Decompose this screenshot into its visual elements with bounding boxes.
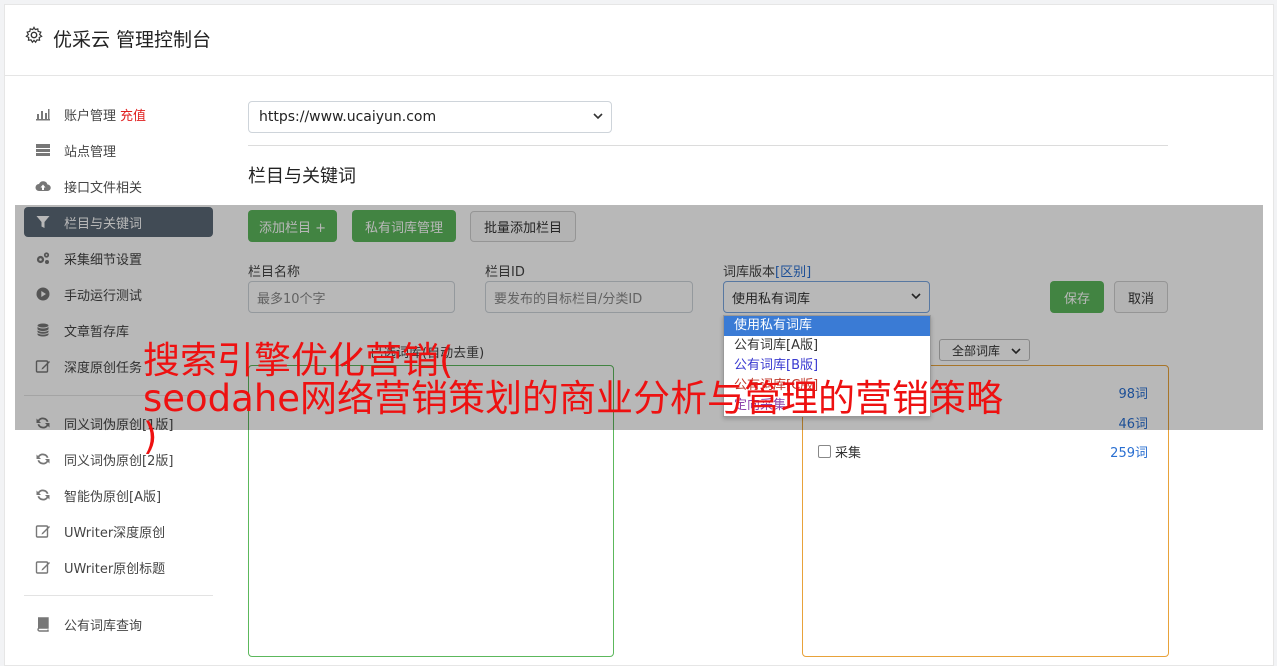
caption-line-3: ) <box>143 415 158 458</box>
private-lib-button[interactable]: 私有词库管理 <box>352 210 456 242</box>
refresh-icon <box>36 489 50 501</box>
overlay-caption: 搜索引擎优化营销( seodahe网络营销策划的商业分析与管理的营销策略 ) <box>143 342 1153 456</box>
section-divider <box>248 145 1168 146</box>
sidebar-item-label: 接口文件相关 <box>64 180 143 196</box>
gear-icon <box>25 26 43 44</box>
server-icon <box>36 144 50 156</box>
bar-chart-icon <box>36 109 50 121</box>
play-circle-icon <box>36 287 50 301</box>
site-select[interactable]: https://www.ucaiyun.com <box>248 101 612 133</box>
column-id-label: 栏目ID <box>485 265 525 280</box>
sidebar-item-account[interactable]: 账户管理 充值 <box>24 99 213 129</box>
refresh-icon <box>36 453 50 465</box>
caption-line-1: 搜索引擎优化营销( <box>143 339 454 382</box>
lib-version-label: 词库版本[区别] <box>723 261 811 280</box>
lib-version-diff-link[interactable]: [区别] <box>775 265 811 280</box>
lib-version-value: 使用私有词库 <box>732 291 811 307</box>
edit-icon <box>35 525 50 538</box>
column-id-input[interactable]: 要发布的目标栏目/分类ID <box>485 281 693 313</box>
site-select-value: https://www.ucaiyun.com <box>259 109 437 125</box>
recharge-link[interactable]: 充值 <box>120 105 146 124</box>
lib-version-label-text: 词库版本 <box>723 265 776 280</box>
dropdown-option-private[interactable]: 使用私有词库 <box>724 316 930 336</box>
filter-icon <box>36 216 50 228</box>
sidebar-item-label: UWriter原创标题 <box>64 561 166 577</box>
sidebar-item-sites[interactable]: 站点管理 <box>24 135 213 165</box>
sidebar-item-label: 手动运行测试 <box>64 288 143 304</box>
sidebar-item-label: 文章暂存库 <box>64 324 130 340</box>
database-icon <box>37 323 49 337</box>
cancel-button[interactable]: 取消 <box>1114 281 1168 313</box>
sidebar-item-columns-keywords[interactable]: 栏目与关键词 <box>24 207 213 237</box>
page-header: 优采云 管理控制台 <box>5 5 1273 76</box>
section-title: 栏目与关键词 <box>248 166 356 187</box>
refresh-icon <box>36 417 50 429</box>
lib-version-select[interactable]: 使用私有词库 <box>723 281 930 313</box>
sidebar-divider <box>24 595 213 596</box>
page-title: 优采云 管理控制台 <box>53 29 212 51</box>
cloud-upload-icon <box>35 181 51 191</box>
column-name-placeholder: 最多10个字 <box>257 291 326 307</box>
sidebar-item-manual-run[interactable]: 手动运行测试 <box>24 279 213 309</box>
sidebar-item-label: 站点管理 <box>64 144 117 160</box>
batch-add-button[interactable]: 批量添加栏目 <box>470 211 576 242</box>
add-column-button[interactable]: 添加栏目 + <box>248 210 337 242</box>
sidebar-item-public-lib-query[interactable]: 公有词库查询 <box>24 609 213 639</box>
save-button[interactable]: 保存 <box>1050 281 1104 313</box>
chevron-down-icon <box>911 293 921 300</box>
sidebar-item-uwriter-deep[interactable]: UWriter深度原创 <box>24 516 213 546</box>
book-icon <box>37 617 49 632</box>
sidebar-item-label: 账户管理 <box>64 108 117 124</box>
column-name-label: 栏目名称 <box>248 265 301 280</box>
sidebar-item-label: 采集细节设置 <box>64 252 143 268</box>
sidebar-item-interface-files[interactable]: 接口文件相关 <box>24 171 213 201</box>
sidebar-item-label: 智能伪原创[A版] <box>64 489 162 505</box>
sidebar-item-uwriter-title[interactable]: UWriter原创标题 <box>24 552 213 582</box>
edit-icon <box>35 561 50 574</box>
sidebar-item-label: 深度原创任务 <box>64 360 143 376</box>
sidebar-item-label: UWriter深度原创 <box>64 525 166 541</box>
edit-icon <box>35 360 50 373</box>
caption-line-2: seodahe网络营销策划的商业分析与管理的营销策略 <box>143 377 1004 420</box>
sidebar-item-label: 栏目与关键词 <box>64 216 143 232</box>
chevron-down-icon <box>593 113 603 120</box>
sidebar-item-collect-settings[interactable]: 采集细节设置 <box>24 243 213 273</box>
gears-icon <box>36 252 50 264</box>
column-id-placeholder: 要发布的目标栏目/分类ID <box>494 291 643 307</box>
sidebar-item-label: 公有词库查询 <box>64 618 143 634</box>
sidebar-item-smart-original-a[interactable]: 智能伪原创[A版] <box>24 480 213 510</box>
column-name-input[interactable]: 最多10个字 <box>248 281 455 313</box>
